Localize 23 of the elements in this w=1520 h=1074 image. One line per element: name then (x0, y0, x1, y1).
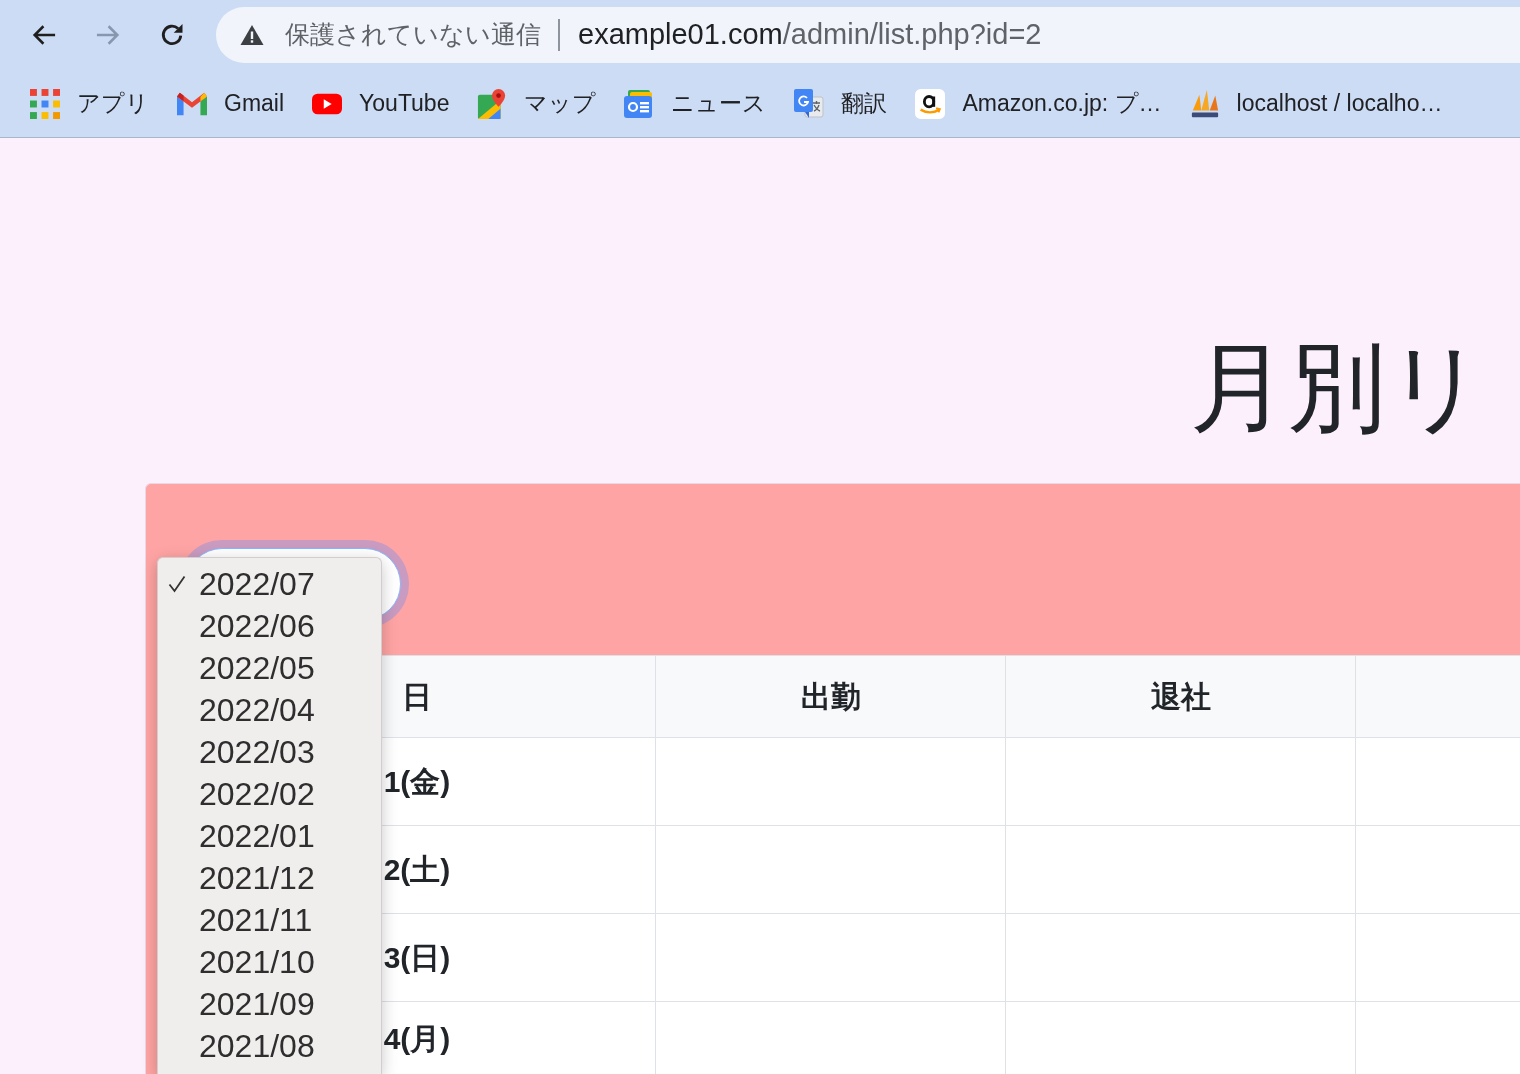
bookmark-link[interactable]: Gmail (177, 86, 285, 121)
check-icon (168, 575, 186, 593)
bookmark-link[interactable]: マップ (477, 86, 597, 121)
newspaper-icon (624, 88, 655, 119)
column-header: 退社 (1005, 655, 1356, 738)
bookmark-link[interactable]: Amazon.co.jp: プ… (915, 86, 1162, 121)
bookmark-link[interactable]: 翻訳 (794, 86, 888, 121)
warning-icon (240, 24, 264, 46)
bookmark-link[interactable]: YouTube (312, 86, 450, 121)
dropdown-option[interactable]: 2022/07 (158, 563, 381, 605)
bookmark-link[interactable]: アプリ (30, 86, 149, 121)
dropdown-option[interactable]: 2022/06 (158, 605, 381, 647)
bookmark-link[interactable]: localhost / localho… (1189, 86, 1443, 121)
page-title: 月別リ (1190, 331, 1487, 444)
sails-icon (1189, 88, 1220, 119)
map-pin-icon (477, 88, 508, 119)
grid-icon (30, 88, 60, 119)
address-bar[interactable]: 保護されていない通信 example01.com/admin/list.php?id=2 (216, 7, 1520, 63)
bookmark-link[interactable]: ニュース (624, 86, 767, 121)
security-warning-text[interactable]: 保護されていない通信 (285, 16, 541, 54)
column-header: 出勤 (655, 655, 1006, 738)
url-text[interactable]: example01.com/admin/list.php?id=2 (578, 13, 1042, 57)
translate-icon (794, 88, 825, 119)
